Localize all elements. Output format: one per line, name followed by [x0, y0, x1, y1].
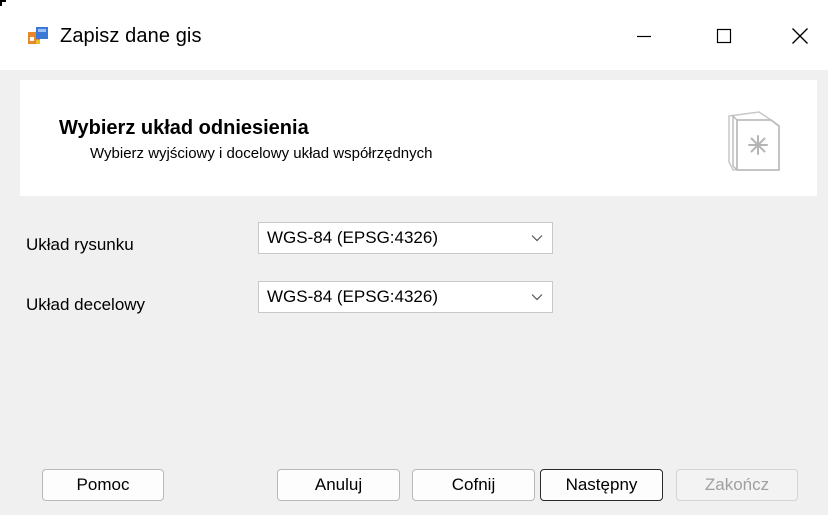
- title-bar[interactable]: Zapisz dane gis: [0, 0, 828, 70]
- app-icon: [28, 27, 48, 44]
- target-system-value: WGS-84 (EPSG:4326): [267, 287, 439, 306]
- minimize-icon: [637, 35, 651, 38]
- page-title: Wybierz układ odniesienia: [59, 117, 309, 139]
- maximize-button[interactable]: [702, 18, 746, 54]
- drawing-system-value: WGS-84 (EPSG:4326): [267, 228, 439, 247]
- maximize-icon: [716, 28, 732, 44]
- close-icon: [792, 28, 808, 44]
- cancel-button[interactable]: Anuluj: [277, 469, 400, 501]
- corner-mark: [0, 0, 6, 6]
- wizard-header: Wybierz układ odniesienia Wybierz wyjści…: [20, 80, 817, 196]
- window-title: Zapisz dane gis: [60, 25, 202, 47]
- target-system-select[interactable]: WGS-84 (EPSG:4326): [258, 281, 553, 313]
- help-button[interactable]: Pomoc: [42, 469, 164, 501]
- chevron-down-icon: [531, 294, 543, 301]
- next-button[interactable]: Następny: [540, 469, 663, 501]
- back-button[interactable]: Cofnij: [412, 469, 535, 501]
- finish-button: Zakończ: [676, 469, 798, 501]
- close-button[interactable]: [778, 18, 822, 54]
- document-star-icon: [728, 111, 780, 171]
- chevron-down-icon: [531, 235, 543, 242]
- page-subtitle: Wybierz wyjściowy i docelowy układ współ…: [90, 145, 433, 162]
- minimize-button[interactable]: [622, 18, 666, 54]
- target-system-label: Układ decelowy: [26, 295, 146, 314]
- drawing-system-select[interactable]: WGS-84 (EPSG:4326): [258, 222, 553, 254]
- drawing-system-label: Układ rysunku: [26, 235, 134, 254]
